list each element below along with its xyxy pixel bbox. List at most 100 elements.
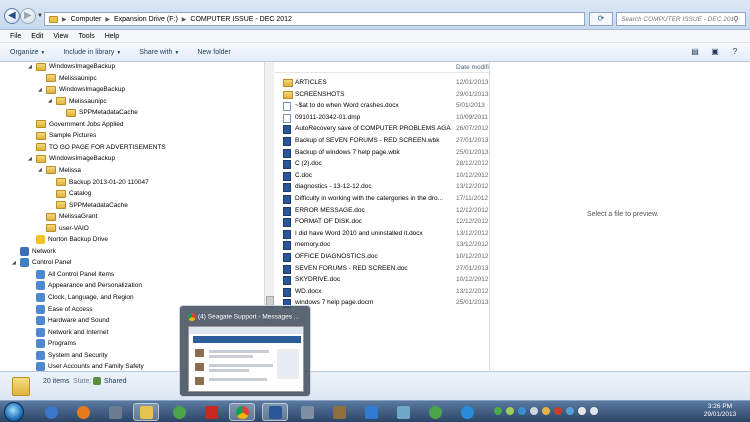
tray-icon[interactable] <box>566 407 574 415</box>
taskbar-firefox[interactable] <box>70 403 96 421</box>
nav-tree-item[interactable]: Hardware and Sound <box>28 315 109 326</box>
nav-tree-item[interactable]: System and Security <box>28 350 108 361</box>
file-row[interactable]: I did have Word 2010 and uninstalled it.… <box>275 228 489 239</box>
file-row[interactable]: Backup of windows 7 help page.wbk 25/01/2… <box>275 147 489 158</box>
nav-tree-item[interactable]: ◢ WindowsImageBackup <box>28 62 115 72</box>
thumbnail-preview[interactable] <box>188 326 304 392</box>
refresh-button[interactable]: ⟳ <box>589 12 613 26</box>
organize-button[interactable]: Organize ▼ <box>10 49 45 56</box>
file-row[interactable]: AutoRecovery save of COMPUTER PROBLEMS A… <box>275 123 489 135</box>
file-row[interactable]: memory.doc 13/12/2012 <box>275 239 489 251</box>
file-row[interactable]: SEVEN FORUMS - RED SCREEN.doc 27/01/2013 <box>275 263 489 274</box>
file-row[interactable]: diagnostics - 13-12-12.doc 13/12/2012 <box>275 181 489 193</box>
menu-view[interactable]: View <box>53 33 68 40</box>
tray-icon[interactable] <box>530 407 538 415</box>
clock[interactable]: 3:26 PM 29/01/2013 <box>701 403 739 419</box>
back-button[interactable]: ◀ <box>4 8 20 24</box>
file-row[interactable]: ARTICLES 12/01/2013 <box>275 77 489 88</box>
nav-tree-item[interactable]: Clock, Language, and Region <box>28 292 134 303</box>
menu-file[interactable]: File <box>10 33 21 40</box>
share-with-button[interactable]: Share with ▼ <box>139 49 179 56</box>
menu-help[interactable]: Help <box>105 33 119 40</box>
help-icon[interactable]: ? <box>730 47 740 57</box>
nav-tree-item[interactable]: Appearance and Personalization <box>28 280 142 291</box>
nav-tree-item[interactable]: Programs <box>28 338 76 349</box>
taskbar-app-3[interactable] <box>326 403 352 421</box>
expanded-triangle-icon[interactable]: ◢ <box>48 98 53 104</box>
expanded-triangle-icon[interactable]: ◢ <box>38 87 43 93</box>
search-input[interactable] <box>621 15 733 23</box>
taskbar-app-2[interactable] <box>294 403 320 421</box>
taskbar-media-player[interactable] <box>38 403 64 421</box>
taskbar-clock-app-2[interactable] <box>422 403 448 421</box>
nav-tree-item[interactable]: ◢ WindowsImageBackup <box>38 84 125 95</box>
nav-tree-item[interactable]: MelissaGrant <box>38 211 97 222</box>
nav-tree-item[interactable]: Network and Internet <box>28 327 108 338</box>
tray-icon[interactable] <box>554 407 562 415</box>
search-icon[interactable]: ⚲ <box>733 15 739 24</box>
file-row[interactable]: OFFICE DIAGNOSTICS.doc 10/12/2012 <box>275 251 489 262</box>
file-row[interactable]: Difficulty in working with the catergori… <box>275 193 489 204</box>
volume-icon[interactable] <box>590 407 598 415</box>
nav-tree-item[interactable]: Network <box>12 246 56 257</box>
nav-tree-item[interactable]: SPPMetadataCache <box>48 200 128 211</box>
nav-tree-item[interactable]: Melissaunipc <box>38 73 97 84</box>
taskbar-clock-app[interactable] <box>166 403 192 421</box>
file-row[interactable]: SKYDRIVE.doc 10/12/2012 <box>275 274 489 286</box>
expanded-triangle-icon[interactable]: ◢ <box>28 156 33 162</box>
breadcrumb[interactable]: ▶ Computer ▶ Expansion Drive (F:) ▶ COMP… <box>44 12 585 26</box>
breadcrumb-folder[interactable]: COMPUTER ISSUE - DEC 2012 <box>190 16 292 23</box>
tray-icon[interactable] <box>542 407 550 415</box>
tray-icon[interactable] <box>518 407 526 415</box>
date-modified-header[interactable]: Date modifi <box>456 64 489 71</box>
new-folder-button[interactable]: New folder <box>197 49 230 56</box>
menu-tools[interactable]: Tools <box>78 33 94 40</box>
taskbar-explorer[interactable] <box>133 403 159 421</box>
history-dropdown-icon[interactable]: ▼ <box>37 13 43 19</box>
file-row[interactable]: Backup of SEVEN FORUMS - RED SCREEN.wbk 2… <box>275 135 489 146</box>
search-box[interactable]: ⚲ <box>616 12 746 26</box>
taskbar-ie[interactable] <box>454 403 480 421</box>
expanded-triangle-icon[interactable]: ◢ <box>38 167 43 173</box>
nav-tree-item[interactable]: ◢ WindowsImageBackup <box>28 153 115 164</box>
taskbar-thumbnail[interactable]: (4) Seagate Support - Messages ... <box>179 305 311 397</box>
breadcrumb-computer[interactable]: Computer <box>71 16 102 23</box>
file-row[interactable]: C (2).doc 28/12/2012 <box>275 158 489 170</box>
taskbar-app-5[interactable] <box>390 403 416 421</box>
file-row[interactable]: C.doc 10/12/2012 <box>275 170 489 181</box>
nav-tree-item[interactable]: Norton Backup Drive <box>28 234 108 245</box>
include-library-button[interactable]: Include in library ▼ <box>63 49 121 56</box>
taskbar-pdf[interactable] <box>198 403 224 421</box>
nav-tree-item[interactable]: Backup 2013-01-20 110047 <box>48 177 149 188</box>
nav-tree-item[interactable]: Government Jobs Applied <box>28 119 123 130</box>
taskbar-app-4[interactable] <box>358 403 384 421</box>
file-row[interactable]: SCREENSHOTS 29/01/2013 <box>275 89 489 100</box>
file-row[interactable]: FORMAT OF DISK.doc 12/12/2012 <box>275 216 489 228</box>
tray-icon[interactable] <box>494 407 502 415</box>
nav-tree-item[interactable]: ◢ Melissaunipc <box>48 96 107 107</box>
expanded-triangle-icon[interactable]: ◢ <box>12 260 17 266</box>
breadcrumb-drive[interactable]: Expansion Drive (F:) <box>114 16 178 23</box>
file-row[interactable]: ERROR MESSAGE.doc 12/12/2012 <box>275 205 489 216</box>
file-row[interactable]: ~$at to do when Word crashes.docx 5/01/20… <box>275 100 489 112</box>
chevron-right-icon[interactable]: ▶ <box>62 16 67 23</box>
nav-tree-item[interactable]: All Control Panel Items <box>28 269 114 280</box>
file-row[interactable]: 091011-20342-01.dmp 10/09/2011 <box>275 112 489 123</box>
nav-tree-item[interactable]: Ease of Access <box>28 304 92 315</box>
taskbar-app[interactable] <box>102 403 128 421</box>
network-icon[interactable] <box>578 407 586 415</box>
taskbar-chrome[interactable] <box>229 403 255 421</box>
expanded-triangle-icon[interactable]: ◢ <box>28 64 33 70</box>
nav-tree-item[interactable]: ◢ Melissa <box>38 165 81 176</box>
nav-tree-item[interactable]: SPPMetadataCache <box>58 107 138 118</box>
nav-tree-item[interactable]: TO GO PAGE FOR ADVERTISEMENTS <box>28 142 166 153</box>
preview-pane-icon[interactable]: ▣ <box>710 47 720 57</box>
nav-tree-item[interactable]: Sample Pictures <box>28 130 96 141</box>
chevron-right-icon[interactable]: ▶ <box>182 16 187 23</box>
file-row[interactable]: WD.docx 13/12/2012 <box>275 286 489 297</box>
nav-tree-item[interactable]: user-VAIO <box>38 223 89 234</box>
taskbar-word[interactable] <box>262 403 288 421</box>
chevron-right-icon[interactable]: ▶ <box>105 16 110 23</box>
view-options-icon[interactable]: ▤ <box>690 47 700 57</box>
nav-tree-item[interactable]: ◢ Control Panel <box>12 257 71 268</box>
